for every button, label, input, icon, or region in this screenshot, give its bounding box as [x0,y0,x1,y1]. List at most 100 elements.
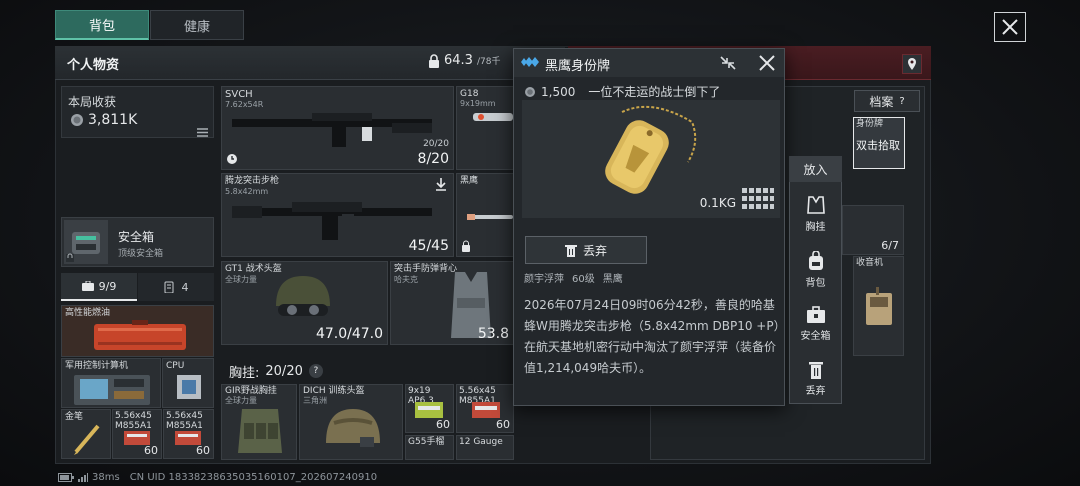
loot-dogtag[interactable]: 身份牌 双击拾取 [853,117,905,169]
owner-name: 颜宇浮萍 [524,274,564,285]
item-count: 60 [196,444,210,457]
action-put-backpack[interactable]: 背包 [789,251,842,289]
close-icon [1002,19,1018,35]
subtab-list-label: 4 [181,280,189,294]
ammo-box-icon [415,402,443,418]
close-icon[interactable] [757,53,777,73]
gear-sub: 哈夫克 [394,275,418,284]
battery-icon [58,473,74,482]
pistol-icon [473,113,513,121]
gear-durability: 53.8 [477,326,509,342]
item-name: 身份牌 [856,119,884,129]
rig-item-ammo-556[interactable]: 5.56x45 M855A1 60 [456,384,514,433]
coin-icon [71,114,83,126]
dogtag-icon [605,105,697,194]
close-button[interactable] [994,12,1026,42]
safe-item-ammo-2[interactable]: 5.56x45 M855A1 60 [163,409,214,459]
safe-item-pen[interactable]: 金笔 [61,409,111,459]
item-name: 高性能燃油 [65,308,111,318]
archive-button[interactable]: 档案 ? [854,90,920,112]
weapon-name: 黑鹰 [460,176,479,186]
action-label: 丢弃 [805,386,826,397]
weapon-svch[interactable]: SVCH 7.62x54R 20/20 8/20 [221,86,454,170]
personal-title: 个人物资 [67,58,120,73]
session-label: 本局收获 [68,95,117,109]
popup-tagline: 一位不走运的战士倒下了 [588,85,721,99]
weapon-mag: 20/20 [423,139,449,149]
safe-item-fuel[interactable]: 高性能燃油 [61,305,214,357]
tab-backpack[interactable]: 背包 [55,10,149,40]
rig-item-grenade[interactable]: G55手榴 [405,435,454,460]
gear-name: 突击手防弹背心 [394,264,458,274]
popup-price: 1,500 [541,84,576,99]
weight-readout: 64.3/78千 [428,53,500,68]
loot-item[interactable]: 6/7 [842,205,904,255]
case-icon [81,281,94,291]
weapon-name: SVCH [225,89,253,100]
owner-level: 60级 [572,274,595,285]
rig-item-ammo-9x19[interactable]: 9x19 AP6.3 60 [405,384,454,433]
rig-item-chest-rig[interactable]: GIR野战胸挂 全球力量 [221,384,297,460]
weight-value: 64.3 [444,53,473,68]
action-menu-title: 放入 [789,156,842,182]
rank-diamond-icon [521,57,539,67]
action-label: 安全箱 [800,331,831,342]
popup-title: 黑鹰身份牌 [545,59,611,74]
computer-icon [74,375,150,405]
action-label: 胸挂 [805,222,826,233]
ammo-box-icon [472,402,500,418]
rig-item-shotgun-ammo[interactable]: 12 Gauge [456,435,514,460]
kill-description: 2026年07月24日09时06分42秒，善良的哈基蜂W用腾龙突击步枪（5.8x… [524,298,780,375]
chest-rig-icon [238,409,282,453]
subtab-safe-label: 9/9 [98,279,117,293]
item-count: 6/7 [881,239,899,252]
melee-icon [467,214,513,220]
fuel-canister-icon [94,320,186,350]
weapon-name: 腾龙突击步枪 [225,176,280,186]
gear-helmet[interactable]: GT1 战术头盔 全球力量 47.0/47.0 [221,261,388,345]
backpack-icon [808,251,823,270]
signal-icon [78,473,88,482]
loot-radio[interactable]: 收音机 [853,256,904,356]
chest-rig-value: 20/20 [265,363,303,379]
help-icon[interactable]: ? [308,364,323,378]
item-count: 60 [144,444,158,457]
weapon-count: 8/20 [417,151,449,167]
tab-health[interactable]: 健康 [150,10,244,40]
weight-cap: /78千 [476,57,501,67]
action-put-chest-rig[interactable]: 胸挂 [789,195,842,233]
status-bar: 38ms CN UID 18338238635035160107_2026072… [58,472,377,483]
weapon-ammo: 9x19mm [460,99,496,108]
item-name: 收音机 [856,258,884,268]
weapon-count: 45/45 [408,238,449,254]
helmet-icon [326,409,380,447]
subtab-list-count[interactable]: 4 [138,273,214,301]
download-icon[interactable] [434,177,448,191]
clipboard-icon [164,281,173,293]
gear-vest[interactable]: 突击手防弹背心 哈夫克 53.8 [390,261,514,345]
discard-button[interactable]: 丢弃 [525,236,647,264]
weapon-blackhawk[interactable]: 黑鹰 [456,173,514,257]
subtab-safe-count[interactable]: 9/9 [61,273,137,301]
grid-size-icon [742,188,774,209]
safe-item-computer[interactable]: 军用控制计算机 [61,358,161,408]
collapse-icon[interactable] [718,54,738,72]
help-icon: ? [899,95,905,107]
weapon-g18[interactable]: G18 9x19mm [456,86,514,170]
map-pin-button[interactable] [902,54,922,74]
gear-sub: 全球力量 [225,275,257,284]
clock-icon [227,154,237,164]
action-discard[interactable]: 丢弃 [789,361,842,397]
session-value-row: 3,811K [70,112,137,128]
pickup-hint: 双击拾取 [856,139,900,152]
item-name: 12 Gauge [459,437,503,447]
safe-item-ammo-1[interactable]: 5.56x45 M855A1 60 [112,409,162,459]
action-put-safe-box[interactable]: 安全箱 [789,306,842,342]
rig-item-training-helmet[interactable]: DICH 训练头盔 三角洲 [299,384,403,460]
safebox-icon [806,306,825,323]
weapon-tenglong[interactable]: 腾龙突击步枪 5.8x42mm 45/45 [221,173,454,257]
latency: 38ms [92,472,120,483]
list-icon[interactable] [197,122,208,137]
safe-item-cpu[interactable]: CPU [162,358,214,408]
discard-label: 丢弃 [582,243,607,258]
